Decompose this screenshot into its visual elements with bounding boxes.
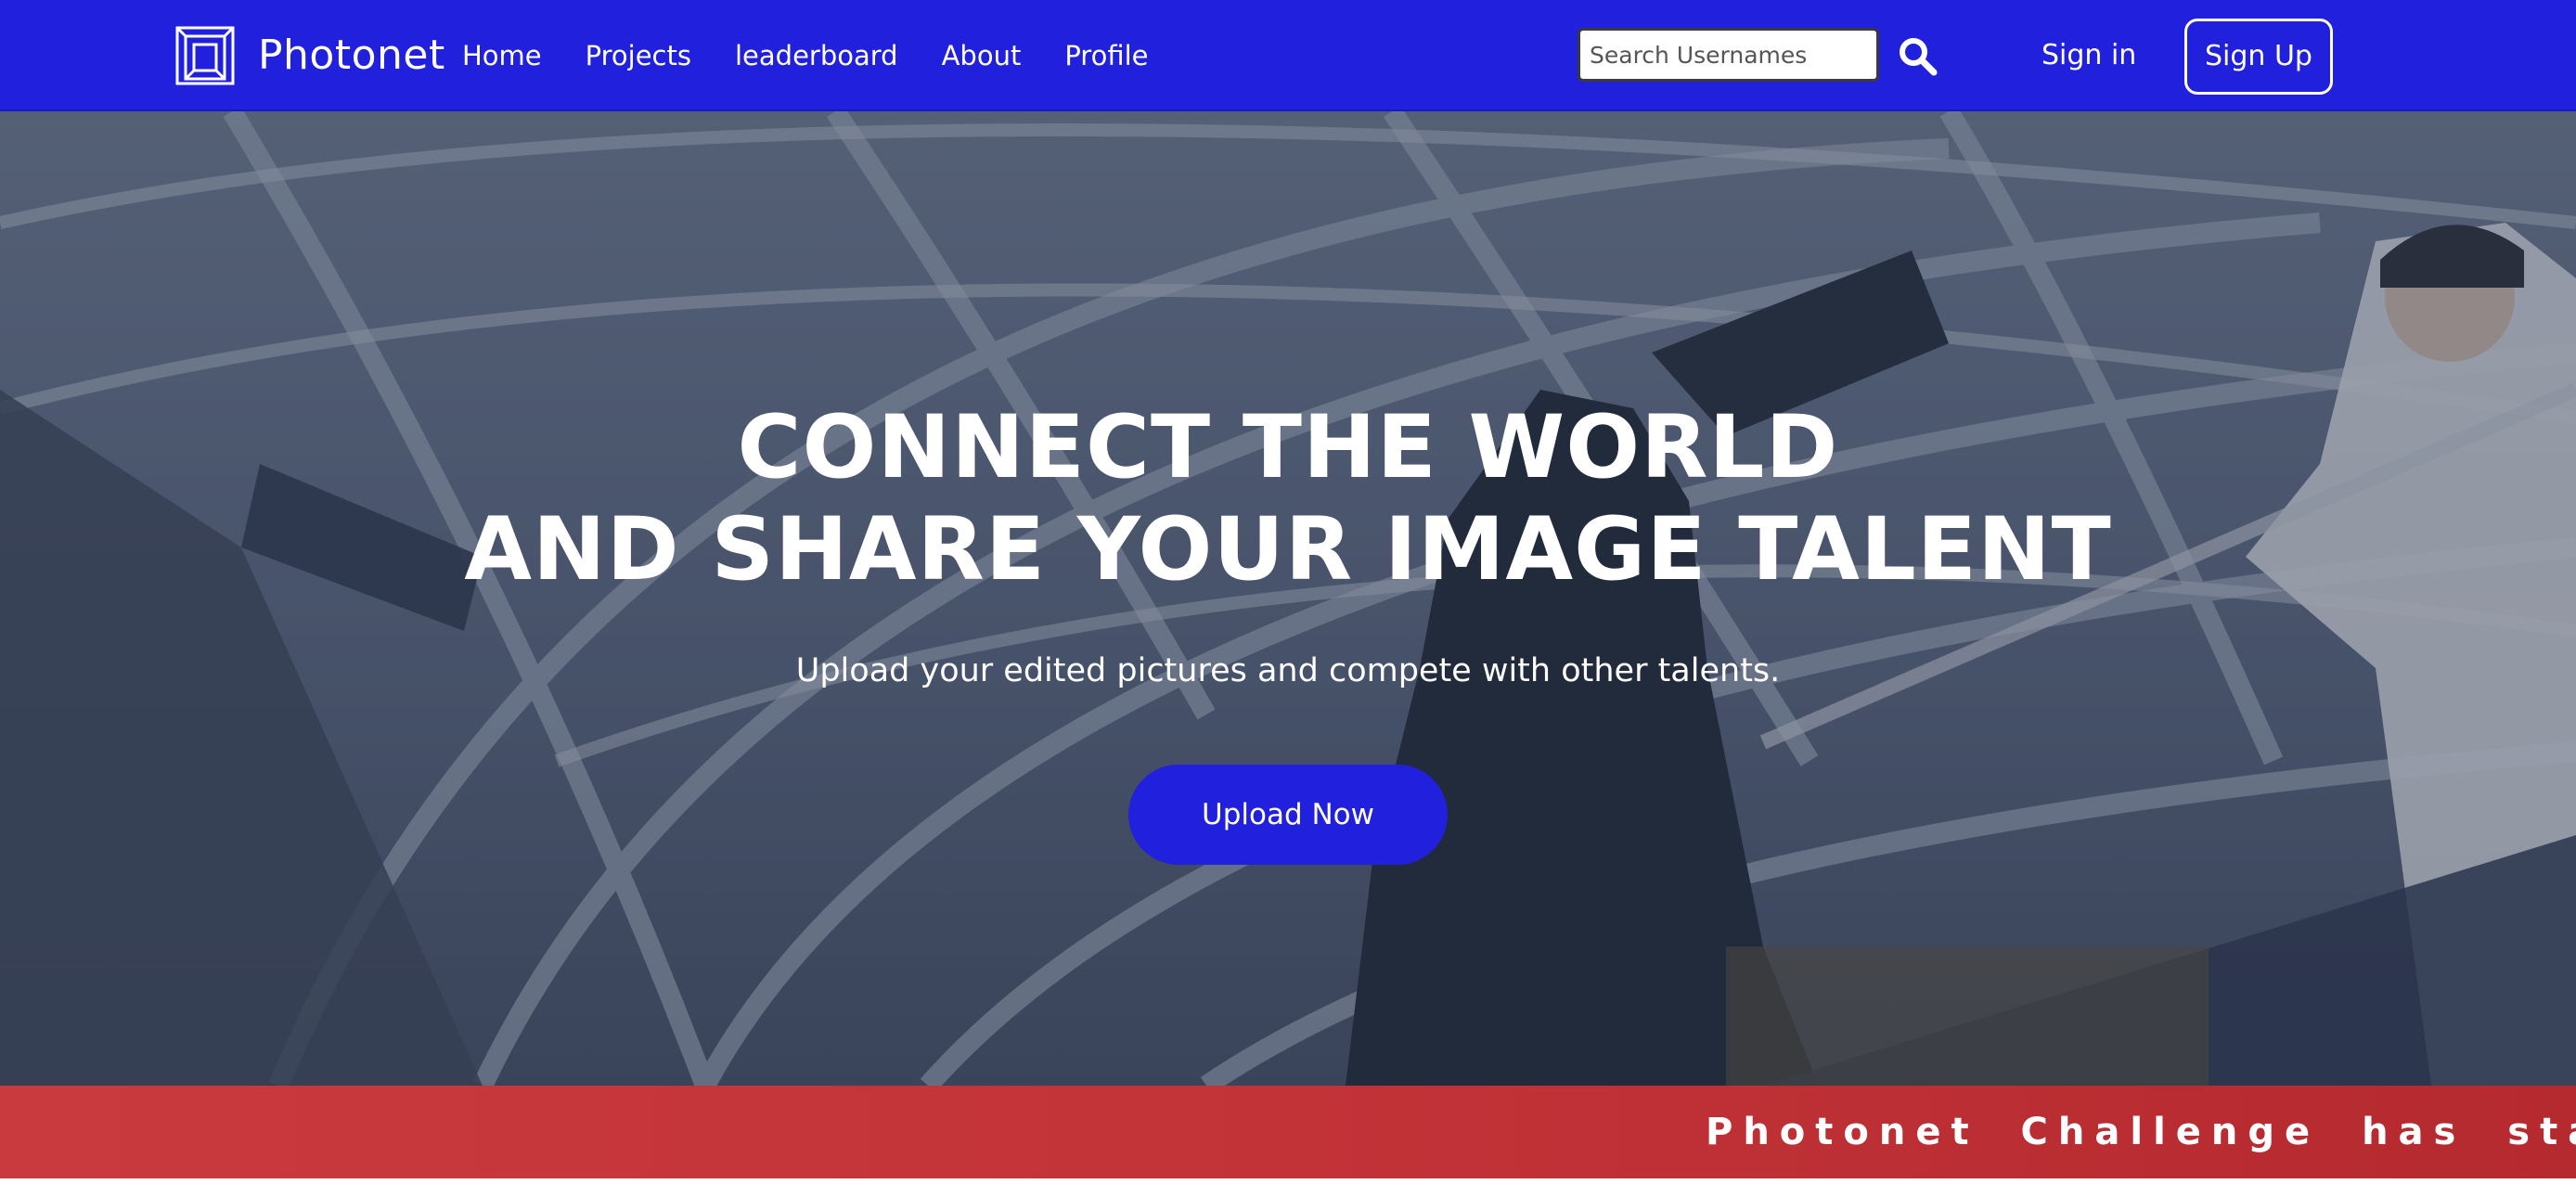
nav-link-about[interactable]: About bbox=[942, 28, 1022, 84]
search-usernames-input[interactable] bbox=[1578, 28, 1879, 82]
hero-title-line-2: AND SHARE YOUR IMAGE TALENT bbox=[464, 499, 2112, 600]
nav-link-profile[interactable]: Profile bbox=[1064, 28, 1148, 84]
upload-now-button[interactable]: Upload Now bbox=[1128, 765, 1448, 865]
top-navbar: Photonet Home Projects leaderboard About… bbox=[0, 0, 2576, 111]
brand-name[interactable]: Photonet bbox=[258, 28, 445, 84]
nav-link-projects[interactable]: Projects bbox=[586, 28, 691, 84]
hero-subtitle: Upload your edited pictures and compete … bbox=[795, 652, 1781, 689]
hero-title-line-1: CONNECT THE WORLD bbox=[737, 397, 1839, 498]
sign-in-link[interactable]: Sign in bbox=[2041, 28, 2136, 84]
hero-section: CONNECT THE WORLD AND SHARE YOUR IMAGE T… bbox=[0, 111, 2576, 1086]
announcement-ticker: Photonet Challenge has start bbox=[0, 1086, 2576, 1178]
nav-link-home[interactable]: Home bbox=[462, 28, 542, 84]
hero-title: CONNECT THE WORLD AND SHARE YOUR IMAGE T… bbox=[0, 397, 2576, 601]
bottom-divider bbox=[0, 1178, 2576, 1184]
search-icon[interactable] bbox=[1897, 35, 1938, 76]
ticker-text: Photonet Challenge has start bbox=[1706, 1111, 2576, 1153]
photonet-logo-icon[interactable] bbox=[174, 25, 236, 86]
sign-up-button[interactable]: Sign Up bbox=[2184, 19, 2333, 95]
nav-links: Home Projects leaderboard About Profile bbox=[462, 28, 1192, 84]
nav-link-leaderboard[interactable]: leaderboard bbox=[735, 28, 898, 84]
